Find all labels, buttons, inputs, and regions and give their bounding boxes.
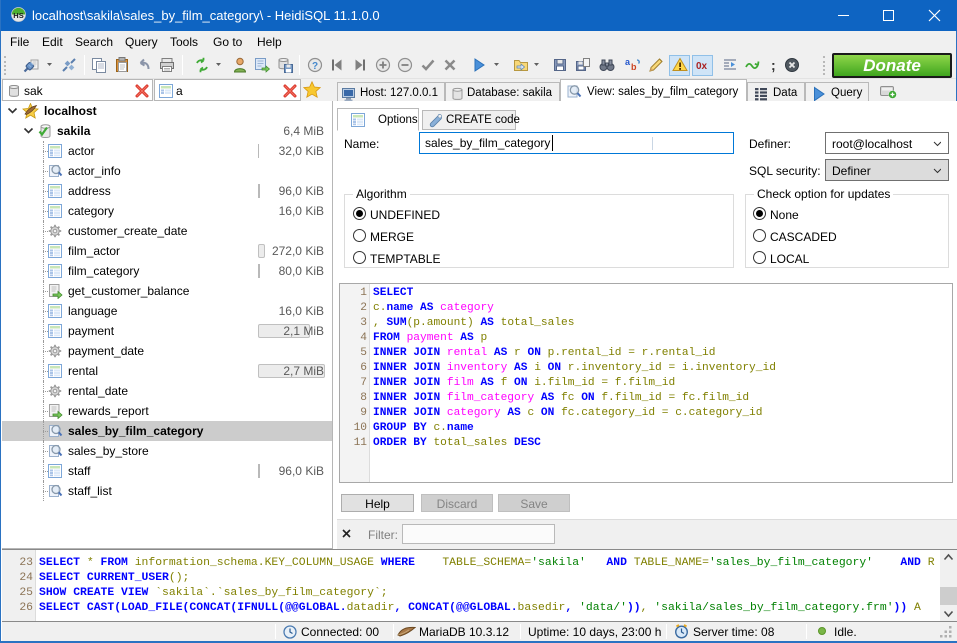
svg-text:HS: HS xyxy=(13,11,23,20)
svg-text:b: b xyxy=(631,62,637,72)
svg-text:?: ? xyxy=(312,61,318,72)
svg-text:0x: 0x xyxy=(696,61,708,72)
svg-text:;: ; xyxy=(771,57,776,73)
